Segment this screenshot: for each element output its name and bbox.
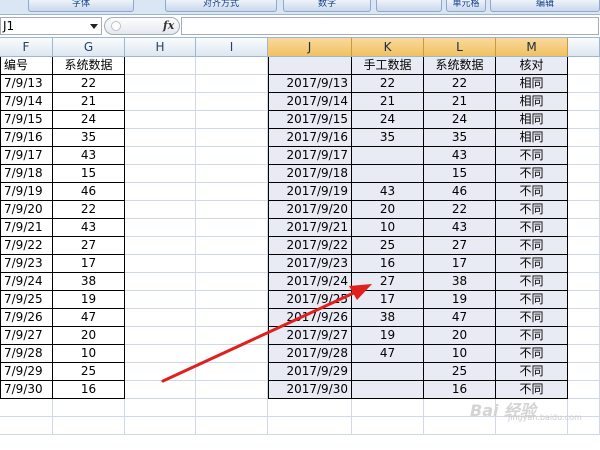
arrow-head (349, 284, 372, 300)
red-arrow-annotation (161, 284, 372, 383)
arrow-shaft (161, 289, 360, 383)
watermark-url: jingyan.baidu.com (508, 413, 582, 422)
